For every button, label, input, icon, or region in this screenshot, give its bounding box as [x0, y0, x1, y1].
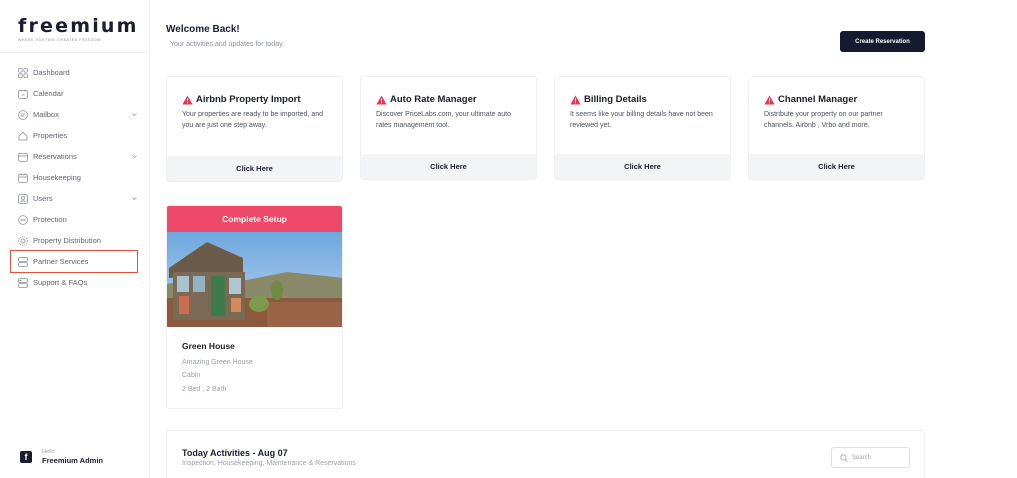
create-reservation-button[interactable]: Create Reservation	[840, 31, 925, 52]
housekeeping-icon	[18, 172, 28, 183]
card-title: Channel Manager	[778, 94, 858, 105]
user-name: Freemium Admin	[42, 456, 103, 465]
chevron-down-icon	[132, 155, 137, 159]
sidebar: freemium WHERE HOSTING CREATES FREEDOM D…	[0, 0, 150, 478]
sidebar-divider	[0, 52, 149, 53]
page-subtitle: Your activities and updates for today.	[170, 41, 285, 48]
user-profile[interactable]: f Hello Freemium Admin	[20, 449, 103, 465]
property-card[interactable]: Complete Setup Green House Amazing Green…	[166, 205, 343, 409]
users-icon	[18, 193, 28, 204]
click-here-button[interactable]: Click Here	[167, 156, 342, 181]
search-placeholder: Search	[852, 454, 872, 461]
sidebar-item-label: Property Distribution	[33, 236, 101, 245]
card-text: Discover PriceLabs.com, your ultimate au…	[376, 111, 511, 129]
sidebar-item-property-distribution[interactable]: Property Distribution	[0, 230, 149, 251]
warning-icon	[570, 95, 581, 104]
sidebar-item-label: Dashboard	[33, 68, 70, 77]
sidebar-item-label: Support & FAQs	[33, 278, 88, 287]
sidebar-item-support-faqs[interactable]: Support & FAQs	[0, 272, 149, 293]
property-name: Green House	[182, 341, 235, 351]
property-description: Amazing Green House	[182, 359, 253, 366]
user-greeting: Hello	[42, 449, 55, 455]
sidebar-item-reservations[interactable]: Reservations	[0, 146, 149, 167]
grid-icon	[18, 67, 28, 78]
property-rooms: 2 Bed , 2 Bath	[182, 386, 227, 393]
click-here-button[interactable]: Click Here	[749, 154, 924, 179]
warning-icon	[764, 95, 775, 104]
activities-title: Today Activities - Aug 07	[182, 448, 288, 458]
chevron-down-icon	[132, 113, 137, 117]
click-here-button[interactable]: Click Here	[555, 154, 730, 179]
warning-icon	[376, 95, 387, 104]
sidebar-item-calendar[interactable]: Calendar	[0, 83, 149, 104]
support-icon	[18, 277, 28, 288]
card-billing-details: Billing Details It seems like your billi…	[554, 76, 731, 180]
mailbox-icon	[18, 109, 28, 120]
sidebar-item-label: Users	[33, 194, 53, 203]
property-photo	[167, 232, 342, 327]
calendar-icon	[18, 88, 28, 99]
sidebar-item-label: Calendar	[33, 89, 64, 98]
sidebar-item-label: Properties	[33, 131, 68, 140]
search-icon	[840, 453, 848, 462]
sidebar-item-properties[interactable]: Properties	[0, 125, 149, 146]
avatar: f	[20, 451, 32, 463]
sidebar-item-mailbox[interactable]: Mailbox	[0, 104, 149, 125]
card-text: Your properties are ready to be imported…	[182, 111, 323, 129]
warning-icon	[182, 95, 193, 104]
card-title: Billing Details	[584, 94, 647, 105]
card-channel-manager: Channel Manager Distribute your property…	[748, 76, 925, 180]
card-title: Auto Rate Manager	[390, 94, 477, 105]
card-auto-rate-manager: Auto Rate Manager Discover PriceLabs.com…	[360, 76, 537, 180]
page-title: Welcome Back!	[166, 24, 240, 35]
activities-subtitle: Inspection, Housekeeping, Maintenance & …	[182, 460, 356, 467]
card-title: Airbnb Property Import	[196, 94, 301, 105]
sidebar-item-users[interactable]: Users	[0, 188, 149, 209]
sidebar-item-label: Protection	[33, 215, 67, 224]
sidebar-item-label: Mailbox	[33, 110, 59, 119]
search-input[interactable]: Search	[831, 447, 910, 468]
sidebar-item-partner-services[interactable]: Partner Services	[10, 250, 138, 273]
sidebar-item-dashboard[interactable]: Dashboard	[0, 62, 149, 83]
today-activities-panel: Today Activities - Aug 07 Inspection, Ho…	[166, 430, 925, 478]
sidebar-item-protection[interactable]: Protection	[0, 209, 149, 230]
sidebar-item-label: Reservations	[33, 152, 77, 161]
property-type: Cabin	[182, 372, 201, 379]
sidebar-item-label: Housekeeping	[33, 173, 81, 182]
card-text: Distribute your property on our partner …	[764, 111, 883, 129]
card-airbnb-import: Airbnb Property Import Your properties a…	[166, 76, 343, 182]
complete-setup-button[interactable]: Complete Setup	[167, 206, 342, 232]
click-here-button[interactable]: Click Here	[361, 154, 536, 179]
sidebar-item-label: Partner Services	[33, 257, 89, 266]
chevron-down-icon	[132, 197, 137, 201]
protection-icon	[18, 214, 28, 225]
partner-icon	[18, 256, 28, 267]
reservations-icon	[18, 152, 28, 162]
brand-logo[interactable]: freemium WHERE HOSTING CREATES FREEDOM	[18, 15, 139, 42]
sidebar-item-housekeeping[interactable]: Housekeeping	[0, 167, 149, 188]
brand-name: freemium	[18, 15, 139, 37]
distribution-icon	[18, 235, 28, 246]
brand-tagline: WHERE HOSTING CREATES FREEDOM	[18, 38, 102, 42]
home-icon	[18, 131, 28, 141]
sidebar-nav: Dashboard Calendar Mailbox Properties Re…	[0, 62, 149, 293]
card-text: It seems like your billing details have …	[570, 111, 713, 129]
